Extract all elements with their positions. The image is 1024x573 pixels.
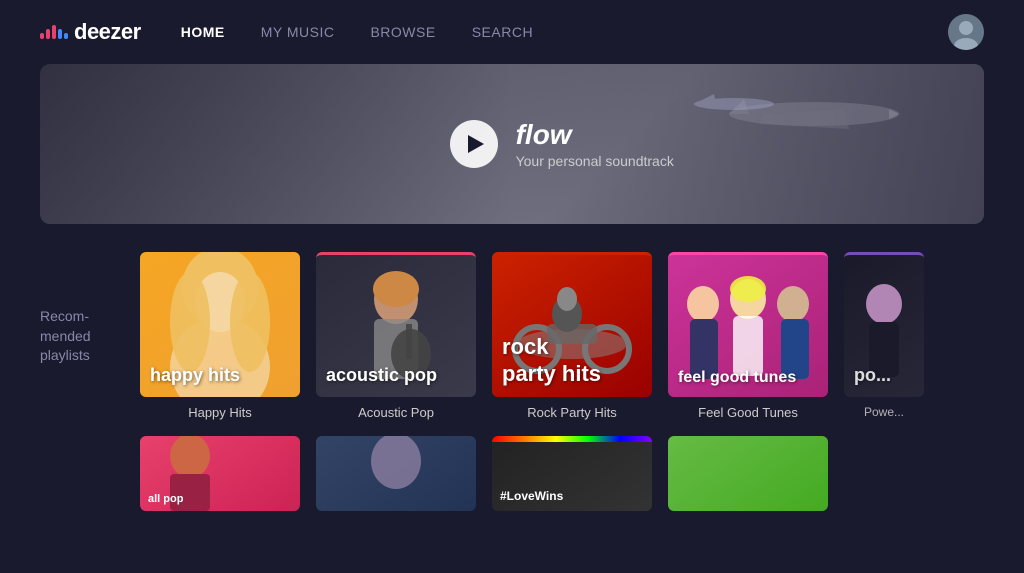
- nav-browse[interactable]: BROWSE: [370, 24, 435, 40]
- playlist-power[interactable]: po... Powe...: [844, 252, 924, 420]
- hero-decoration-2: [684, 84, 784, 124]
- flow-content: flow Your personal soundtrack: [450, 119, 674, 169]
- section-label: Recom-mendedplaylists: [40, 252, 120, 366]
- bottom-cover-green[interactable]: [668, 436, 828, 511]
- hero-banner: flow Your personal soundtrack: [40, 64, 984, 224]
- playlist-cover-feel-good: feel good tunes: [668, 252, 828, 397]
- playlist-title-rock-party: Rock Party Hits: [527, 405, 617, 420]
- playlist-cover-happy-hits: happy hits: [140, 252, 300, 397]
- playlist-title-feel-good: Feel Good Tunes: [698, 405, 798, 420]
- bottom-cover-allpop[interactable]: all pop: [140, 436, 300, 511]
- recommended-section: Recom-mendedplaylists: [0, 252, 1024, 420]
- nav-links: HOME MY MUSIC BROWSE SEARCH: [181, 24, 948, 40]
- bottom-row: all pop #LoveWins: [0, 436, 1024, 511]
- bottom-cover-lovewins-label: #LoveWins: [500, 489, 563, 503]
- playlist-happy-hits[interactable]: happy hits Happy Hits: [140, 252, 300, 420]
- cover-label-happy-hits: happy hits: [150, 365, 240, 387]
- cover-label-acoustic-pop: acoustic pop: [326, 365, 437, 387]
- logo[interactable]: deezer: [40, 19, 141, 45]
- flow-subtitle: Your personal soundtrack: [516, 153, 674, 169]
- logo-text: deezer: [74, 19, 141, 45]
- avatar[interactable]: [948, 14, 984, 50]
- flow-text: flow Your personal soundtrack: [516, 119, 674, 169]
- bottom-cover-allpop-label: all pop: [148, 493, 183, 505]
- playlist-title-acoustic-pop: Acoustic Pop: [358, 405, 434, 420]
- bottom-cover-allpop2[interactable]: [316, 436, 476, 511]
- flow-play-button[interactable]: [450, 120, 498, 168]
- playlists-row: happy hits Happy Hits: [140, 252, 984, 420]
- navbar: deezer HOME MY MUSIC BROWSE SEARCH: [0, 0, 1024, 64]
- playlist-title-power: Powe...: [864, 405, 904, 419]
- nav-my-music[interactable]: MY MUSIC: [261, 24, 335, 40]
- logo-icon: [40, 25, 68, 39]
- bottom-cover-lovewins[interactable]: #LoveWins: [492, 436, 652, 511]
- playlist-feel-good[interactable]: feel good tunes Feel Good Tunes: [668, 252, 828, 420]
- cover-label-feel-good: feel good tunes: [678, 368, 796, 387]
- nav-home[interactable]: HOME: [181, 24, 225, 40]
- playlist-title-happy-hits: Happy Hits: [188, 405, 252, 420]
- nav-search[interactable]: SEARCH: [472, 24, 533, 40]
- playlist-rock-party-hits[interactable]: rockparty hits Rock Party Hits: [492, 252, 652, 420]
- playlist-acoustic-pop[interactable]: acoustic pop Acoustic Pop: [316, 252, 476, 420]
- flow-title: flow: [516, 119, 674, 151]
- playlist-cover-rock-party: rockparty hits: [492, 252, 652, 397]
- cover-label-power: po...: [854, 365, 891, 387]
- play-icon: [468, 135, 484, 153]
- avatar-image: [948, 14, 984, 50]
- rainbow-bar: [492, 436, 652, 442]
- playlist-cover-acoustic-pop: acoustic pop: [316, 252, 476, 397]
- playlist-cover-power: po...: [844, 252, 924, 397]
- cover-label-rock-party: rockparty hits: [502, 334, 601, 387]
